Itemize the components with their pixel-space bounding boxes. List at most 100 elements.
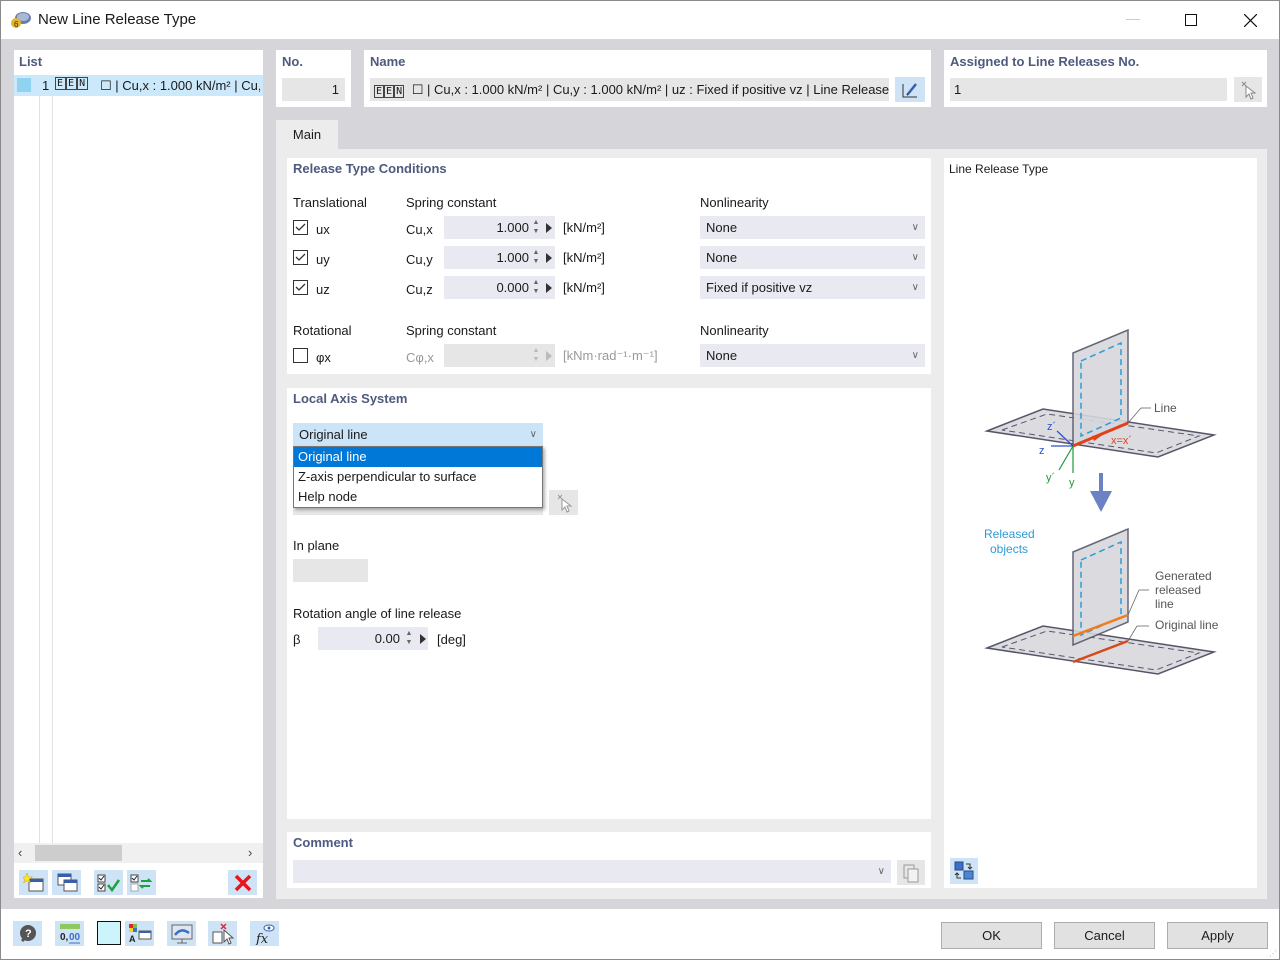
help-button[interactable]: ? <box>13 921 42 946</box>
chevron-down-icon: ∨ <box>877 866 885 877</box>
view-icon <box>171 924 192 943</box>
tab-strip: Main <box>276 120 1267 150</box>
comment-label: Comment <box>293 835 353 850</box>
horizontal-scrollbar[interactable]: ‹ › <box>14 843 263 863</box>
cuz-unit: [kN/m²] <box>563 280 605 295</box>
view-button[interactable] <box>167 921 196 946</box>
beta-spinner[interactable]: ▲ ▼ <box>404 629 414 649</box>
cuy-menu-arrow[interactable] <box>546 253 552 263</box>
formula-button[interactable]: fx <box>250 921 279 946</box>
checkmark-icon <box>295 253 306 261</box>
release-conditions-panel: Release Type Conditions Translational Sp… <box>287 158 931 374</box>
units-button[interactable]: 0, 00 <box>55 921 84 946</box>
diagram-panel: Line Release Type z´ z y´ y x=x´ Line Re… <box>944 158 1257 888</box>
cux-symbol: Cu,x <box>406 222 433 237</box>
display-properties-button[interactable]: A <box>125 921 154 946</box>
ux-checkbox[interactable] <box>293 220 308 235</box>
comment-input[interactable]: ∨ <box>293 860 891 883</box>
local-axis-selected-value: Original line <box>299 427 368 442</box>
display-properties-icon: A <box>128 923 151 944</box>
spring-constant-header: Spring constant <box>406 195 497 210</box>
apply-button[interactable]: Apply <box>1167 922 1268 949</box>
ok-button[interactable]: OK <box>941 922 1042 949</box>
cuz-menu-arrow[interactable] <box>546 283 552 293</box>
delete-button[interactable] <box>228 870 257 895</box>
cux-menu-arrow[interactable] <box>546 223 552 233</box>
uy-nonlinearity-select[interactable]: None ∨ <box>700 246 925 269</box>
generated-label-3: line <box>1155 597 1174 611</box>
cux-unit: [kN/m²] <box>563 220 605 235</box>
released-objects-label-1: Released <box>984 527 1035 541</box>
uy-checkbox[interactable] <box>293 250 308 265</box>
maximize-button[interactable] <box>1162 1 1220 39</box>
phix-label: φx <box>316 350 331 365</box>
svg-text:0,: 0, <box>60 932 69 943</box>
pick-cursor-icon <box>1241 81 1257 100</box>
resize-grip[interactable]: ⋰ <box>1269 949 1277 958</box>
name-field[interactable]: EEN ☐ | Cu,x : 1.000 kN/m² | Cu,y : 1.00… <box>370 78 889 101</box>
number-field[interactable]: 1 <box>282 78 345 101</box>
toggle-check-button[interactable] <box>127 870 156 895</box>
line-leader <box>1127 407 1142 424</box>
ux-nonlinearity-select[interactable]: None ∨ <box>700 216 925 239</box>
close-button[interactable] <box>1221 1 1279 39</box>
edit-name-button[interactable] <box>895 77 925 102</box>
rotational-spring-header: Spring constant <box>406 323 497 338</box>
cphix-symbol: Cφ,x <box>406 350 434 365</box>
tree-guide <box>52 96 53 848</box>
scrollbar-thumb[interactable] <box>35 845 122 861</box>
check-all-button[interactable] <box>94 870 123 895</box>
select-objects-button[interactable] <box>208 921 237 946</box>
cancel-button[interactable]: Cancel <box>1054 922 1155 949</box>
in-plane-field[interactable] <box>293 559 368 582</box>
pick-lines-button[interactable] <box>1234 77 1262 102</box>
cphix-menu-arrow[interactable] <box>546 351 552 361</box>
scroll-right-arrow[interactable]: › <box>248 845 252 860</box>
tree-guide <box>39 96 40 848</box>
uz-label: uz <box>316 282 330 297</box>
svg-text:fx: fx <box>255 932 269 945</box>
svg-text:00: 00 <box>69 932 81 943</box>
minimize-button[interactable] <box>1104 1 1162 39</box>
phix-nonlinearity-select[interactable]: None ∨ <box>700 344 925 367</box>
dropdown-option-z-axis-perpendicular[interactable]: Z-axis perpendicular to surface <box>294 467 542 487</box>
rotational-header: Rotational <box>293 323 352 338</box>
new-item-button[interactable] <box>19 870 48 895</box>
color-swatch-button[interactable] <box>97 921 121 945</box>
uz-checkbox[interactable] <box>293 280 308 295</box>
tab-main[interactable]: Main <box>276 120 338 150</box>
beta-menu-arrow[interactable] <box>420 634 426 644</box>
uz-nonlinearity-select[interactable]: Fixed if positive vz ∨ <box>700 276 925 299</box>
comment-library-button[interactable] <box>897 860 925 885</box>
copy-item-button[interactable] <box>52 870 81 895</box>
x-axis-label: x=x´ <box>1111 435 1132 447</box>
uy-nonlinearity-value: None <box>706 250 738 265</box>
list-item-number: 1 <box>42 78 50 93</box>
cuy-spinner[interactable]: ▲ ▼ <box>531 248 541 268</box>
dropdown-option-original-line[interactable]: Original line <box>294 447 542 467</box>
list-item-color-swatch <box>17 78 31 92</box>
uz-nonlinearity-value: Fixed if positive vz <box>706 280 813 295</box>
generated-label-1: Generated <box>1155 569 1212 583</box>
original-line-leader <box>1127 625 1138 642</box>
phix-checkbox[interactable] <box>293 348 308 363</box>
cux-spinner[interactable]: ▲ ▼ <box>531 218 541 238</box>
ux-label: ux <box>316 222 330 237</box>
maximize-icon <box>1185 14 1197 26</box>
cphix-spinner[interactable]: ▲ ▼ <box>531 346 541 366</box>
assigned-field[interactable]: 1 <box>950 78 1227 101</box>
cuz-spinner[interactable]: ▲ ▼ <box>531 278 541 298</box>
local-axis-select[interactable]: Original line ∨ <box>293 423 543 446</box>
name-tags: EEN <box>374 85 405 98</box>
units-icon: 0, 00 <box>59 923 81 943</box>
scroll-left-arrow[interactable]: ‹ <box>18 845 22 860</box>
pick-node-button[interactable] <box>549 490 578 515</box>
svg-text:6: 6 <box>14 20 19 29</box>
swap-view-icon <box>954 861 974 880</box>
dropdown-option-help-node[interactable]: Help node <box>294 487 542 507</box>
name-value: ☐ | Cu,x : 1.000 kN/m² | Cu,y : 1.000 kN… <box>411 82 889 97</box>
list-item[interactable]: 1 EEN ☐ | Cu,x : 1.000 kN/m² | Cu,y <box>14 75 263 96</box>
y-prime-axis <box>1058 445 1074 471</box>
swap-diagram-button[interactable] <box>950 858 978 884</box>
comment-panel: Comment ∨ <box>287 832 931 888</box>
